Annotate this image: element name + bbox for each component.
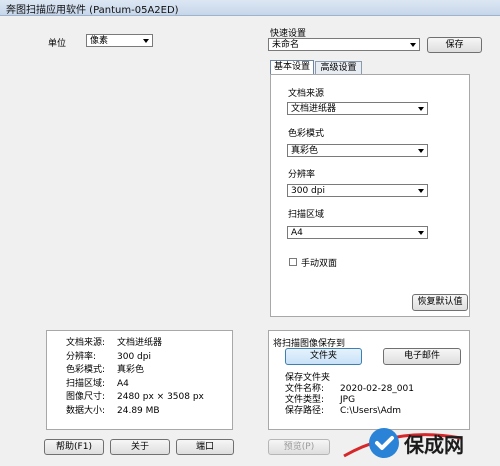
summary-value: 真彩色 xyxy=(117,365,145,375)
chevron-down-icon xyxy=(416,186,426,195)
window-title: 奔图扫描应用软件 (Pantum-05A2ED) xyxy=(6,5,179,16)
port-button[interactable]: 端口 xyxy=(176,439,234,455)
tab-advanced-settings[interactable]: 高级设置 xyxy=(315,61,362,75)
duplex-checkbox[interactable] xyxy=(289,258,297,266)
save-info-keys: 文件名称: 文件类型: 保存路径: xyxy=(285,384,324,417)
folder-button[interactable]: 文件夹 xyxy=(285,348,362,365)
filetype-key: 文件类型: xyxy=(285,395,325,405)
path-key: 保存路径: xyxy=(285,406,325,416)
scan-area-label: 扫描区域 xyxy=(288,210,325,220)
help-button[interactable]: 帮助(F1) xyxy=(44,439,104,455)
scan-area-select-value: A4 xyxy=(291,228,303,238)
email-button[interactable]: 电子邮件 xyxy=(383,348,461,365)
summary-values: 文档进纸器 300 dpi 真彩色 A4 2480 px × 3508 px 2… xyxy=(117,337,204,418)
summary-value: 300 dpi xyxy=(117,351,151,362)
chevron-down-icon xyxy=(416,146,426,155)
summary-key: 分辨率: xyxy=(66,351,97,362)
resolution-label: 分辨率 xyxy=(288,170,316,180)
save-to-folder-label: 保存文件夹 xyxy=(285,373,331,383)
unit-select-value: 像素 xyxy=(90,36,109,46)
save-button[interactable]: 保存 xyxy=(427,37,482,53)
summary-value: 2480 px × 3508 px xyxy=(117,392,204,402)
resolution-select[interactable]: 300 dpi xyxy=(287,184,428,197)
tab-basic-settings[interactable]: 基本设置 xyxy=(270,60,314,75)
summary-key: 色彩模式: xyxy=(66,365,106,375)
summary-value: A4 xyxy=(117,378,129,389)
chevron-down-icon xyxy=(141,36,151,45)
source-label: 文档来源 xyxy=(288,89,325,99)
chevron-down-icon xyxy=(408,40,418,49)
summary-key: 扫描区域: xyxy=(66,378,106,389)
watermark-logo: 保成网 xyxy=(336,416,500,466)
color-mode-select-value: 真彩色 xyxy=(291,146,319,156)
quick-settings-select[interactable]: 未命名 xyxy=(268,38,420,51)
summary-key: 数据大小: xyxy=(66,405,106,416)
restore-defaults-button[interactable]: 恢复默认值 xyxy=(412,294,468,311)
color-mode-label: 色彩模式 xyxy=(288,129,325,139)
summary-key: 图像尺寸: xyxy=(66,392,106,402)
title-bar: 奔图扫描应用软件 (Pantum-05A2ED) xyxy=(0,0,500,16)
filename-key: 文件名称: xyxy=(285,384,325,394)
summary-value: 24.89 MB xyxy=(117,405,160,416)
resolution-select-value: 300 dpi xyxy=(291,186,325,196)
summary-value: 文档进纸器 xyxy=(117,338,163,348)
scan-area-select[interactable]: A4 xyxy=(287,226,428,239)
source-select[interactable]: 文档进纸器 xyxy=(287,102,428,115)
preview-button[interactable]: 预览(P) xyxy=(268,439,330,455)
filetype-value: JPG xyxy=(340,395,356,405)
save-info-values: 2020-02-28_001 JPG C:\Users\Adm xyxy=(340,384,414,417)
unit-label: 单位 xyxy=(48,39,67,49)
source-select-value: 文档进纸器 xyxy=(291,104,337,114)
quick-settings-value: 未命名 xyxy=(272,40,300,50)
summary-key: 文档来源: xyxy=(66,338,106,348)
unit-select[interactable]: 像素 xyxy=(86,34,153,47)
filename-value: 2020-02-28_001 xyxy=(340,384,414,394)
chevron-down-icon xyxy=(416,228,426,237)
watermark-text: 保成网 xyxy=(404,433,464,457)
duplex-label: 手动双面 xyxy=(301,259,338,269)
about-button[interactable]: 关于 xyxy=(110,439,170,455)
summary-keys: 文档来源: 分辨率: 色彩模式: 扫描区域: 图像尺寸: 数据大小: xyxy=(66,337,105,418)
chevron-down-icon xyxy=(416,104,426,113)
color-mode-select[interactable]: 真彩色 xyxy=(287,144,428,157)
